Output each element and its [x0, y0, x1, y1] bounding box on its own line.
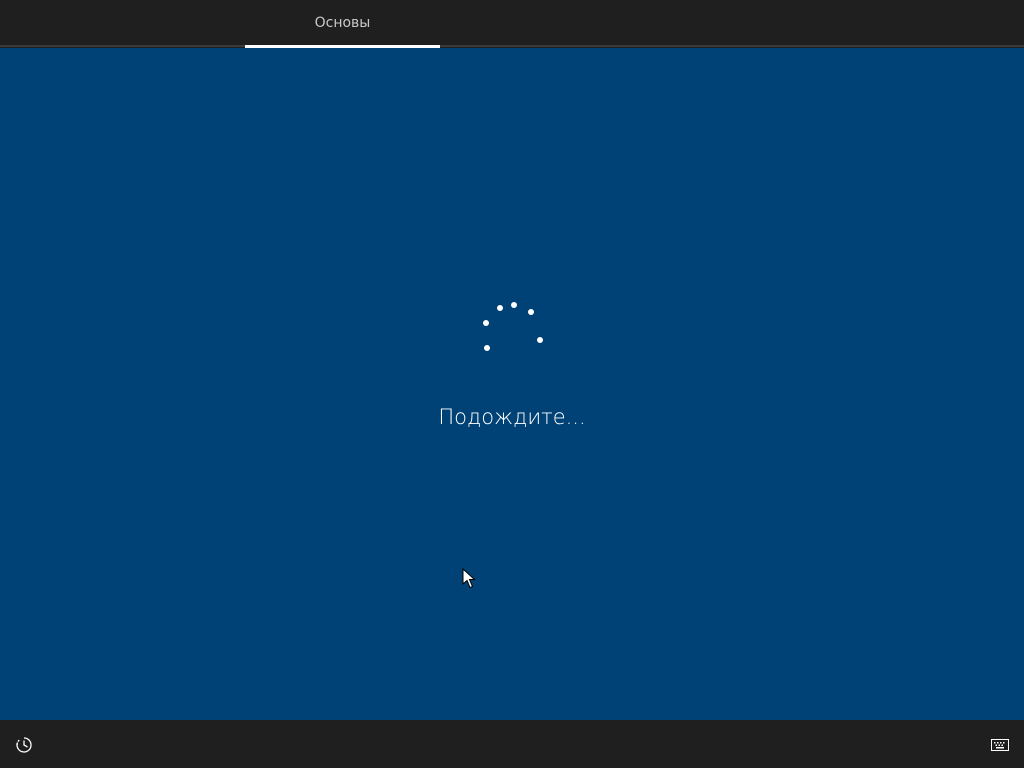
top-navigation-bar: Основы [0, 0, 1024, 48]
bottom-bar [0, 720, 1024, 768]
loading-spinner-icon [483, 302, 543, 351]
ease-of-access-button[interactable] [12, 733, 36, 757]
ease-of-access-icon [16, 737, 32, 753]
mouse-pointer-icon [462, 568, 476, 589]
main-content: Подождите... [0, 48, 1024, 720]
spinner-dot [511, 302, 517, 308]
status-message: Подождите... [438, 405, 586, 429]
spinner-dot [528, 309, 534, 315]
spinner-dot [497, 305, 503, 311]
on-screen-keyboard-button[interactable] [986, 733, 1014, 757]
tab-basics[interactable]: Основы [245, 0, 440, 48]
spinner-dot [484, 345, 490, 351]
topbar-divider [0, 45, 1024, 47]
keyboard-icon [991, 739, 1009, 751]
tab-basics-label: Основы [314, 15, 371, 31]
spinner-dot [483, 320, 489, 326]
oobe-screen: Основы Подождите... [0, 0, 1024, 768]
spinner-dot [537, 337, 543, 343]
